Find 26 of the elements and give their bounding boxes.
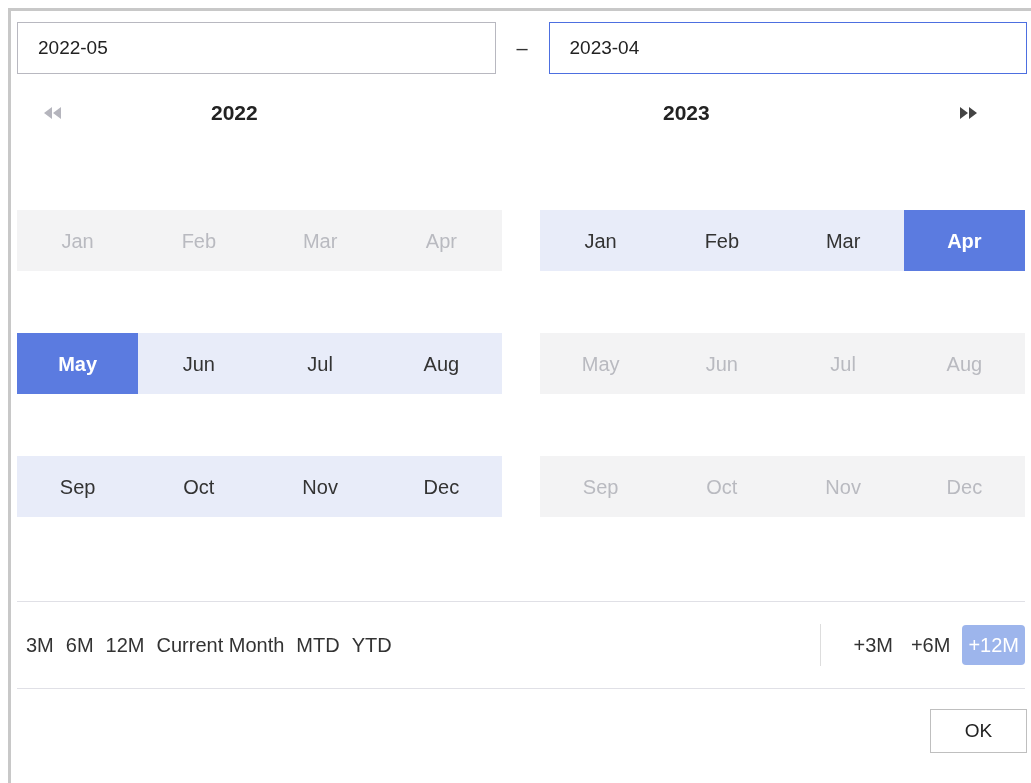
month-cell[interactable]: Jun — [138, 333, 260, 394]
shortcut-button[interactable]: 3M — [20, 625, 60, 665]
month-cell[interactable]: Aug — [380, 333, 502, 394]
ok-button[interactable]: OK — [930, 709, 1027, 753]
range-separator: – — [515, 36, 529, 61]
month-cell[interactable]: Nov — [259, 456, 381, 517]
month-cell[interactable]: Oct — [138, 456, 260, 517]
month-cell[interactable]: Feb — [661, 210, 783, 271]
month-cell[interactable]: Jul — [259, 333, 381, 394]
month-cell[interactable]: Dec — [380, 456, 502, 517]
month-cell[interactable]: Sep — [17, 456, 139, 517]
year-label: 2023 — [663, 100, 710, 127]
shortcut-button[interactable]: YTD — [345, 625, 398, 665]
month-cell[interactable]: Apr — [903, 210, 1025, 271]
shortcut-button[interactable]: MTD — [290, 625, 346, 665]
shortcut-button[interactable]: Current Month — [150, 625, 291, 665]
month-cell[interactable]: May — [17, 333, 139, 394]
shortcut-button[interactable]: +3M — [847, 625, 899, 665]
date-input-field[interactable]: 2022-05 — [17, 22, 496, 74]
date-input-field[interactable]: 2023-04 — [548, 22, 1027, 74]
month-cell[interactable]: Jan — [540, 210, 662, 271]
shortcut-button[interactable]: +6M — [904, 625, 957, 665]
shortcut-button[interactable]: 12M — [99, 625, 151, 665]
year-label: 2022 — [211, 100, 258, 127]
shortcut-button[interactable]: 6M — [59, 625, 100, 665]
month-cell[interactable]: Mar — [782, 210, 904, 271]
